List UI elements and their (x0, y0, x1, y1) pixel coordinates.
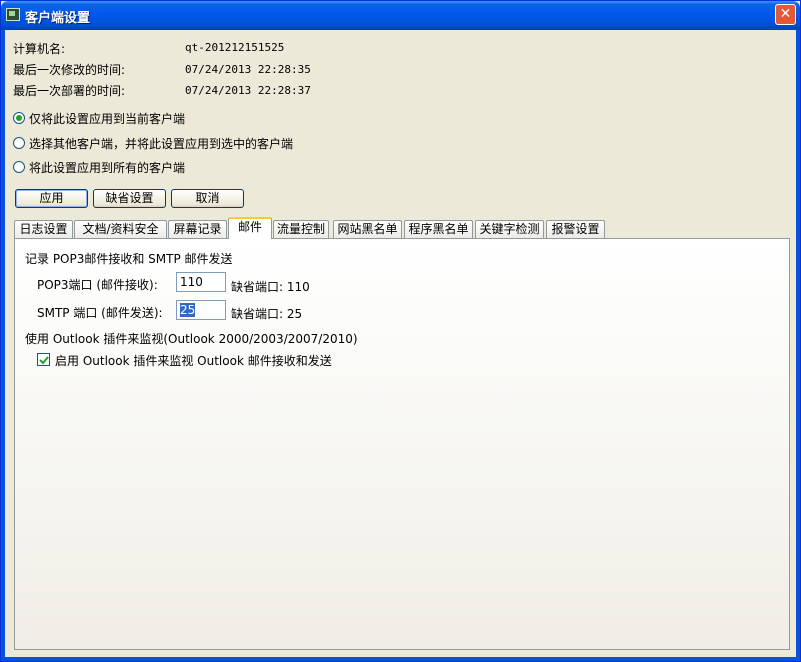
window-border-left (1, 30, 5, 661)
pop3-port-value: 110 (180, 275, 203, 289)
radio-current-client-label[interactable]: 仅将此设置应用到当前客户端 (29, 110, 185, 127)
pop3-default-port: 缺省端口: 110 (231, 280, 310, 294)
window-border-bottom (1, 657, 800, 661)
computer-name-label: 计算机名: (13, 42, 66, 56)
outlook-monitor-heading: 使用 Outlook 插件来监视(Outlook 2000/2003/2007/… (25, 332, 358, 346)
tab-keyword-detection[interactable]: 关键字检测 (475, 220, 544, 238)
cancel-button[interactable]: 取消 (171, 189, 244, 208)
window-title: 客户端设置 (25, 11, 91, 26)
last-modified-label: 最后一次修改的时间: (13, 63, 126, 77)
smtp-port-value: 25 (180, 303, 196, 317)
radio-selected-clients-label[interactable]: 选择其他客户端，并将此设置应用到选中的客户端 (29, 135, 293, 152)
tab-traffic-control[interactable]: 流量控制 (273, 220, 329, 238)
record-mail-heading: 记录 POP3邮件接收和 SMTP 邮件发送 (25, 252, 233, 266)
radio-all-clients-label[interactable]: 将此设置应用到所有的客户端 (29, 159, 185, 176)
last-deployed-value: 07/24/2013 22:28:37 (185, 84, 311, 97)
close-button[interactable]: ✕ (775, 4, 796, 25)
pop3-port-label: POP3端口 (邮件接收): (37, 278, 158, 292)
tab-screen-recording[interactable]: 屏幕记录 (168, 220, 227, 238)
smtp-default-port: 缺省端口: 25 (231, 307, 303, 321)
app-icon (6, 8, 20, 21)
tab-document-security[interactable]: 文档/资料安全 (74, 220, 167, 238)
pop3-port-input[interactable]: 110 (176, 272, 226, 292)
radio-all-clients[interactable] (13, 161, 25, 173)
checkmark-icon (39, 356, 49, 365)
tab-log-settings[interactable]: 日志设置 (14, 220, 73, 238)
close-icon: ✕ (779, 6, 792, 22)
computer-name-value: qt-201212151525 (185, 41, 285, 54)
radio-current-client[interactable] (13, 112, 25, 124)
smtp-port-input[interactable]: 25 (176, 300, 226, 320)
outlook-plugin-label[interactable]: 启用 Outlook 插件来监视 Outlook 邮件接收和发送 (55, 352, 332, 369)
outlook-plugin-checkbox[interactable] (37, 353, 50, 366)
title-bar[interactable]: 客户端设置 ✕ (1, 1, 800, 30)
radio-selected-clients[interactable] (13, 137, 25, 149)
smtp-port-label: SMTP 端口 (邮件发送): (37, 306, 163, 320)
tab-program-blacklist[interactable]: 程序黑名单 (404, 220, 473, 238)
client-settings-window: 客户端设置 ✕ 计算机名: qt-201212151525 最后一次修改的时间:… (0, 0, 801, 662)
tab-website-blacklist[interactable]: 网站黑名单 (333, 220, 402, 238)
apply-button[interactable]: 应用 (15, 189, 88, 208)
window-border-right (796, 30, 800, 661)
last-modified-value: 07/24/2013 22:28:35 (185, 63, 311, 76)
default-settings-button[interactable]: 缺省设置 (93, 189, 166, 208)
tab-mail[interactable]: 邮件 (228, 217, 272, 239)
tab-alarm-settings[interactable]: 报警设置 (546, 220, 605, 238)
mail-settings-panel: 记录 POP3邮件接收和 SMTP 邮件发送 POP3端口 (邮件接收): 11… (14, 238, 790, 650)
last-deployed-label: 最后一次部署的时间: (13, 84, 126, 98)
